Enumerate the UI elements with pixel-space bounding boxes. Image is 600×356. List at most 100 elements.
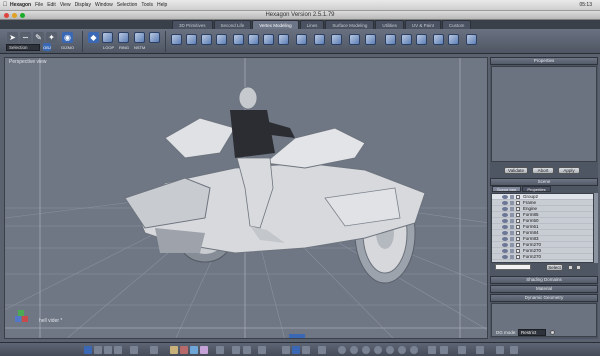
menu-file[interactable]: File [35,2,43,8]
motorcycle-model[interactable] [124,86,426,284]
inset-icon[interactable] [233,34,244,45]
lock-icon[interactable] [510,242,514,247]
tab-custom[interactable]: Custom [441,20,472,29]
lasso-icon[interactable]: ∽ [20,32,31,43]
split-view-icon[interactable] [94,346,102,354]
flat-shade-icon[interactable] [190,346,198,354]
menu-selection[interactable]: Selection [117,2,138,8]
camera-icon[interactable] [510,346,518,354]
apply-button[interactable]: Apply [558,167,580,174]
spin-icon[interactable] [296,34,307,45]
apple-icon[interactable]:  [0,2,10,8]
sphere-view-icon[interactable] [374,346,382,354]
visibility-eye-icon[interactable] [502,236,508,241]
select-checkbox[interactable] [516,224,520,229]
scene-tree-scrollbar[interactable] [594,193,598,263]
carve-icon[interactable] [278,34,289,45]
sphere-view-icon[interactable] [398,346,406,354]
tab-lines[interactable]: Lines [299,20,325,29]
tab-vertex-modeling[interactable]: Vertex Modeling [252,20,299,29]
tab-utilities[interactable]: Utilities [375,20,404,29]
lock-icon[interactable] [510,200,514,205]
grid-toggle-icon[interactable] [216,346,224,354]
light-icon[interactable] [258,346,266,354]
sphere-view-icon[interactable] [410,346,418,354]
validate-button[interactable]: Validate [504,167,528,174]
frame-selection-icon[interactable] [318,346,326,354]
cube-vertex-icon[interactable] [134,32,145,43]
scene-filter-input[interactable] [495,264,531,270]
redo-icon[interactable] [440,346,448,354]
move-camera-icon[interactable] [282,346,290,354]
snap-icon[interactable] [232,346,240,354]
visibility-eye-icon[interactable] [502,218,508,223]
chamfer-icon[interactable] [416,34,427,45]
thickness-icon[interactable] [401,34,412,45]
material-panel-header[interactable]: Material [490,285,598,293]
dg-mode-select[interactable]: Restrict [518,329,546,336]
scene-panel-header[interactable]: Scene [490,178,598,186]
dynamic-geometry-panel-header[interactable]: Dynamic Geometry [490,294,598,302]
visibility-eye-icon[interactable] [502,212,508,217]
lock-icon[interactable] [510,230,514,235]
menu-window[interactable]: Window [95,2,113,8]
select-checkbox[interactable] [516,206,520,211]
tab-scene-tree[interactable]: Scene tree [492,186,522,192]
shield-icon[interactable]: ◆ [88,32,99,43]
visibility-eye-icon[interactable] [502,224,508,229]
lock-icon[interactable] [510,206,514,211]
camera-label[interactable]: hell vider * [39,318,62,324]
tab-second-life[interactable]: Second Life [213,20,252,29]
render-icon[interactable] [458,346,466,354]
selection-mode-dropdown[interactable]: Selection [6,44,40,51]
scene-row[interactable]: Form270 [492,254,593,260]
cube-face-icon[interactable] [102,32,113,43]
menu-edit[interactable]: Edit [47,2,56,8]
select-checkbox[interactable] [516,230,520,235]
lock-icon[interactable] [510,254,514,259]
lock-icon[interactable] [510,224,514,229]
preview-icon[interactable] [476,346,484,354]
menu-display[interactable]: Display [75,2,91,8]
hole-icon[interactable] [349,34,360,45]
select-button[interactable]: Select [546,264,563,271]
tab-uv-paint[interactable]: UV & Paint [404,20,441,29]
scene-tree-list[interactable]: Group2 Frame Engine Form85 Form50 Form61… [491,193,594,263]
wireframe-icon[interactable] [150,346,158,354]
tab-surface-modeling[interactable]: Surface Modeling [325,20,375,29]
menu-help[interactable]: Help [157,2,167,8]
bevel-icon[interactable] [186,34,197,45]
perspective-viewport[interactable]: Perspective view hell vider * [4,57,488,339]
vertex-move-icon[interactable] [448,34,459,45]
sphere-view-icon[interactable] [386,346,394,354]
magic-wand-icon[interactable]: ✦ [46,32,57,43]
properties-panel-header[interactable]: Properties [490,57,598,65]
menu-view[interactable]: View [60,2,71,8]
ring-label[interactable]: RING [119,45,129,50]
layout-icon[interactable] [130,346,138,354]
smooth-icon[interactable] [331,34,342,45]
material-view-icon[interactable] [200,346,208,354]
select-checkbox[interactable] [516,248,520,253]
visibility-eye-icon[interactable] [502,248,508,253]
lock-icon[interactable] [510,212,514,217]
texture-icon[interactable] [170,346,178,354]
select-checkbox[interactable] [516,254,520,259]
abort-button[interactable]: Abort [532,167,554,174]
visibility-eye-icon[interactable] [502,206,508,211]
slice-icon[interactable] [216,34,227,45]
triple-view-icon[interactable] [114,346,122,354]
viewport-split-handle[interactable] [289,334,305,338]
select-checkbox[interactable] [516,194,520,199]
visibility-eye-icon[interactable] [502,200,508,205]
lock-icon[interactable] [510,236,514,241]
tesselate-icon[interactable] [201,34,212,45]
tab-scene-properties[interactable]: Properties [522,186,551,192]
shading-panel-header[interactable]: Shading Domains [490,276,598,284]
scene-option-button[interactable] [568,265,573,270]
loop-label[interactable]: LOOP [103,45,114,50]
obj-mode-button[interactable]: OBJ [43,43,51,51]
visibility-eye-icon[interactable] [502,254,508,259]
bridge-icon[interactable] [248,34,259,45]
sphere-view-icon[interactable] [362,346,370,354]
